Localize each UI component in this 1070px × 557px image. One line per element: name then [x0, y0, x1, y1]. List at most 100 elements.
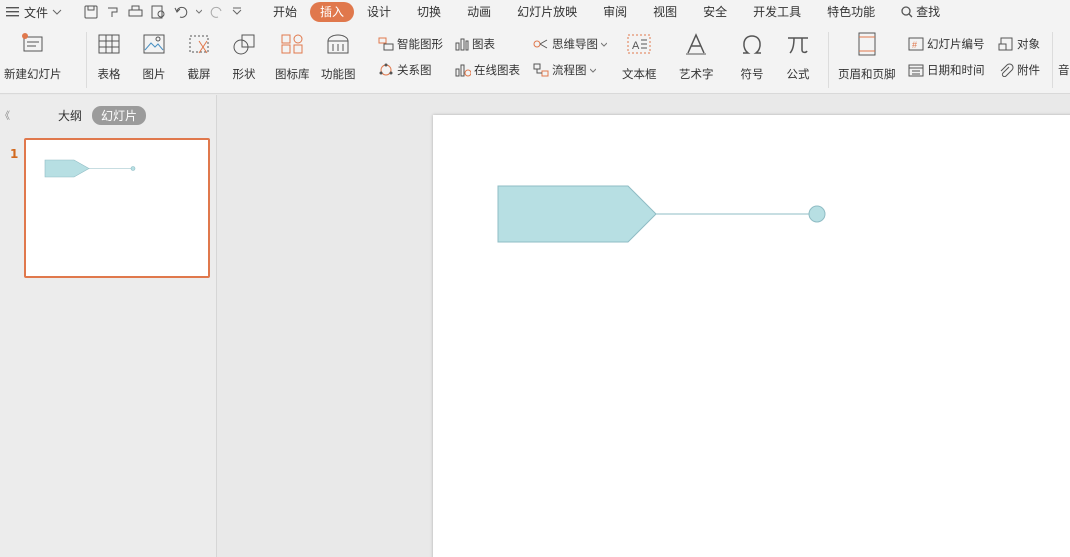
tab-home[interactable]: 开始 — [260, 2, 310, 22]
online-chart-label: 在线图表 — [474, 63, 520, 77]
picture-button[interactable]: 图片 — [140, 28, 168, 82]
paperclip-icon — [1000, 63, 1014, 77]
screenshot-button[interactable]: 截屏 — [185, 28, 213, 82]
chevron-down-icon — [52, 9, 62, 15]
pi-formula-icon — [788, 37, 808, 54]
bar-chart-icon — [455, 38, 469, 51]
slide-canvas[interactable] — [433, 115, 1070, 557]
tab-slideshow[interactable]: 幻灯片放映 — [504, 2, 590, 22]
textbox-button[interactable]: A 文本框 — [622, 28, 657, 82]
slide-thumbnail[interactable] — [24, 138, 210, 278]
formula-button[interactable]: 公式 — [784, 28, 812, 82]
svg-text:#: # — [912, 40, 917, 50]
object-label: 对象 — [1017, 37, 1040, 51]
relation-chart-icon — [379, 63, 393, 76]
chevron-down-icon — [589, 68, 596, 73]
attachment-button[interactable]: 附件 — [998, 62, 1040, 78]
picture-icon — [143, 34, 165, 54]
thumbnail-shape — [44, 159, 136, 178]
date-time-button[interactable]: 日期和时间 — [908, 62, 985, 78]
save-icon[interactable] — [84, 5, 98, 19]
ribbon-divider — [1052, 32, 1053, 88]
quick-access-toolbar — [84, 5, 242, 19]
date-time-label: 日期和时间 — [927, 63, 985, 77]
textbox-icon: A — [627, 34, 651, 54]
slide-number-button[interactable]: # 幻灯片编号 — [908, 36, 985, 52]
tab-transitions[interactable]: 切换 — [404, 2, 454, 22]
customize-toolbar-icon[interactable] — [232, 7, 242, 17]
flowchart-button[interactable]: 流程图 — [533, 62, 596, 78]
collapse-panel-icon[interactable]: 《 — [0, 107, 10, 122]
smart-art-label: 智能图形 — [397, 37, 443, 51]
search-icon — [901, 6, 913, 18]
file-menu[interactable]: 文件 — [0, 4, 78, 21]
symbol-button[interactable]: 符号 — [738, 28, 766, 82]
tab-design[interactable]: 设计 — [354, 2, 404, 22]
chart-button[interactable]: 图表 — [455, 36, 495, 52]
chevron-down-icon[interactable] — [196, 9, 202, 15]
search-button[interactable]: 查找 — [888, 2, 953, 22]
tab-review[interactable]: 审阅 — [590, 2, 640, 22]
flowchart-icon — [533, 63, 549, 77]
tab-special-features[interactable]: 特色功能 — [814, 2, 888, 22]
header-footer-icon — [858, 32, 876, 56]
online-chart-button[interactable]: 在线图表 — [455, 62, 520, 78]
object-button[interactable]: 对象 — [998, 36, 1040, 52]
online-chart-icon — [455, 64, 471, 77]
tab-insert[interactable]: 插入 — [310, 2, 355, 22]
textbox-label: 文本框 — [622, 67, 657, 81]
tab-view[interactable]: 视图 — [640, 2, 690, 22]
header-footer-button[interactable]: 页眉和页脚 — [838, 28, 896, 82]
mind-map-label: 思维导图 — [552, 37, 598, 51]
redo-icon[interactable] — [210, 5, 224, 19]
slides-panel: 《 大纲 幻灯片 1 — [0, 95, 217, 557]
object-icon — [998, 37, 1013, 51]
tab-security[interactable]: 安全 — [690, 2, 740, 22]
slide-shapes — [497, 185, 826, 243]
new-slide-button[interactable]: 新建幻灯片 — [4, 28, 62, 82]
art-text-label: 艺术字 — [679, 67, 714, 81]
relation-chart-button[interactable]: 关系图 — [378, 62, 432, 78]
symbol-label: 符号 — [740, 67, 764, 81]
function-chart-label: 功能图 — [321, 67, 356, 81]
slide-number-label: 幻灯片编号 — [927, 37, 985, 51]
end-circle-shape[interactable] — [808, 205, 826, 223]
pentagon-arrow-shape[interactable] — [497, 185, 657, 243]
tab-developer[interactable]: 开发工具 — [740, 2, 814, 22]
omega-symbol-icon — [743, 35, 761, 54]
hamburger-icon — [6, 7, 19, 17]
function-chart-button[interactable]: 功能图 — [321, 28, 356, 82]
undo-icon[interactable] — [174, 5, 188, 19]
attachment-label: 附件 — [1017, 63, 1040, 77]
art-text-button[interactable]: 艺术字 — [679, 28, 714, 82]
slide-number-icon: # — [908, 37, 924, 51]
ribbon-divider — [828, 32, 829, 88]
mind-map-icon — [533, 39, 548, 49]
function-chart-icon — [327, 34, 349, 54]
shape-button[interactable]: 形状 — [230, 28, 258, 82]
ribbon-divider — [86, 32, 87, 88]
menu-bar: 文件 开始 插入 设计 切换 动画 幻灯片放映 审阅 视图 安全 开发工具 特色… — [0, 0, 1070, 24]
mind-map-button[interactable]: 思维导图 — [533, 36, 607, 52]
calendar-icon — [908, 64, 924, 77]
print-preview-icon[interactable] — [151, 5, 166, 19]
svg-text:A: A — [632, 40, 640, 52]
audio-button[interactable]: 音 — [1058, 62, 1070, 78]
print-icon[interactable] — [128, 5, 143, 19]
icon-library-button[interactable]: 图标库 — [275, 28, 310, 82]
table-label: 表格 — [97, 67, 121, 81]
tab-outline[interactable]: 大纲 — [58, 107, 82, 124]
tab-animations[interactable]: 动画 — [454, 2, 504, 22]
chart-label: 图表 — [472, 37, 495, 51]
tab-slides[interactable]: 幻灯片 — [92, 106, 147, 125]
relation-chart-label: 关系图 — [397, 63, 432, 77]
flowchart-label: 流程图 — [552, 63, 587, 77]
format-painter-icon[interactable] — [106, 5, 120, 19]
audio-label: 音 — [1058, 63, 1070, 77]
table-button[interactable]: 表格 — [95, 28, 123, 82]
screenshot-icon — [189, 35, 209, 54]
smart-art-icon — [378, 37, 394, 51]
smart-art-button[interactable]: 智能图形 — [378, 36, 443, 52]
table-icon — [98, 34, 120, 54]
insert-ribbon: 新建幻灯片 表格 图片 截屏 形状 图标库 功能图 智能图形 图表 关系图 在线… — [0, 24, 1070, 94]
